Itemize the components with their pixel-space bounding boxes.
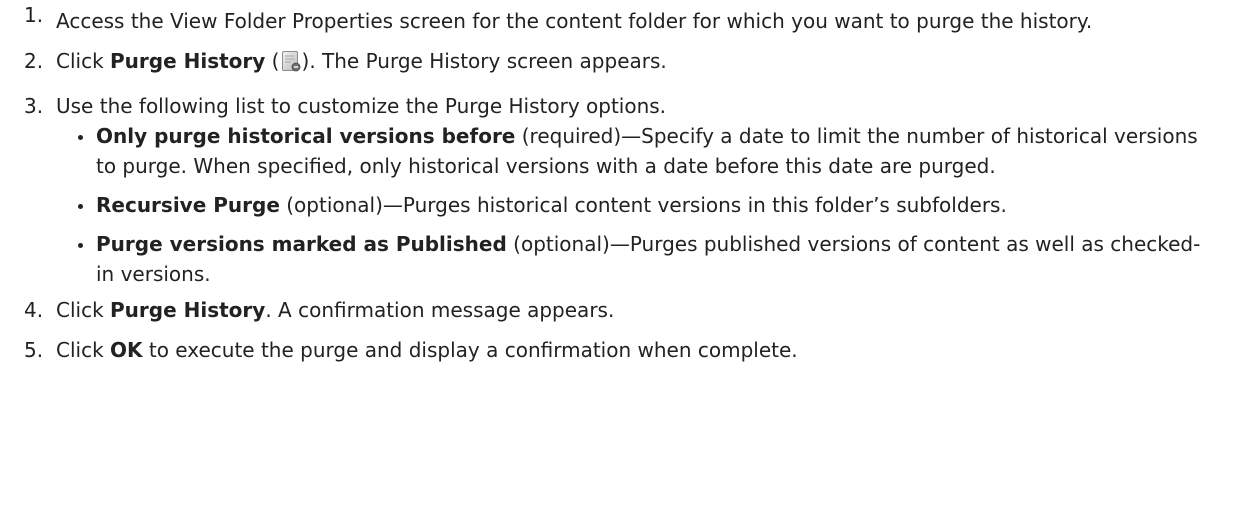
step-prefix: Click bbox=[56, 298, 111, 322]
bullet-dot bbox=[78, 135, 83, 140]
step-suffix: to execute the purge and display a confi… bbox=[142, 338, 798, 362]
option-item: Recursive Purge (optional)—Purges histor… bbox=[56, 190, 1205, 220]
step-suffix: . A confirmation message appears. bbox=[265, 298, 615, 322]
step-2: 2. Click Purge History ( ). The Purge Hi… bbox=[0, 46, 1245, 76]
procedure-document: 1. Access the View Folder Properties scr… bbox=[0, 0, 1245, 365]
option-name: Recursive Purge bbox=[96, 193, 280, 217]
step-number: 3. bbox=[24, 94, 44, 118]
option-description: (optional)—Purges historical content ver… bbox=[279, 193, 1007, 217]
bullet-dot bbox=[78, 243, 83, 248]
option-name: Only purge historical versions before bbox=[96, 124, 516, 148]
step-3: 3. Use the following list to customize t… bbox=[0, 91, 1245, 289]
step-4: 4. Click Purge History. A confirmation m… bbox=[0, 295, 1245, 325]
step-number: 1. bbox=[24, 3, 44, 27]
option-item: Purge versions marked as Published (opti… bbox=[56, 229, 1205, 289]
step-number: 5. bbox=[24, 338, 44, 362]
step-number: 4. bbox=[24, 298, 44, 322]
step-text: Use the following list to customize the … bbox=[56, 94, 667, 118]
step-text: Access the View Folder Properties screen… bbox=[56, 9, 1093, 33]
icon-open-paren: ( bbox=[265, 49, 280, 73]
step-suffix: . The Purge History screen appears. bbox=[309, 49, 667, 73]
option-item: Only purge historical versions before (r… bbox=[56, 121, 1205, 181]
step-1: 1. Access the View Folder Properties scr… bbox=[0, 0, 1245, 36]
step-bold-term: OK bbox=[110, 338, 143, 362]
options-list: Only purge historical versions before (r… bbox=[56, 121, 1205, 289]
step-prefix: Click bbox=[56, 338, 111, 362]
step-number: 2. bbox=[24, 49, 44, 73]
step-bold-term: Purge History bbox=[110, 49, 266, 73]
step-5: 5. Click OK to execute the purge and dis… bbox=[0, 335, 1245, 365]
step-prefix: Click bbox=[56, 49, 111, 73]
option-name: Purge versions marked as Published bbox=[96, 232, 507, 256]
purge-history-icon bbox=[281, 50, 301, 72]
bullet-dot bbox=[78, 204, 83, 209]
step-bold-term: Purge History bbox=[110, 298, 266, 322]
